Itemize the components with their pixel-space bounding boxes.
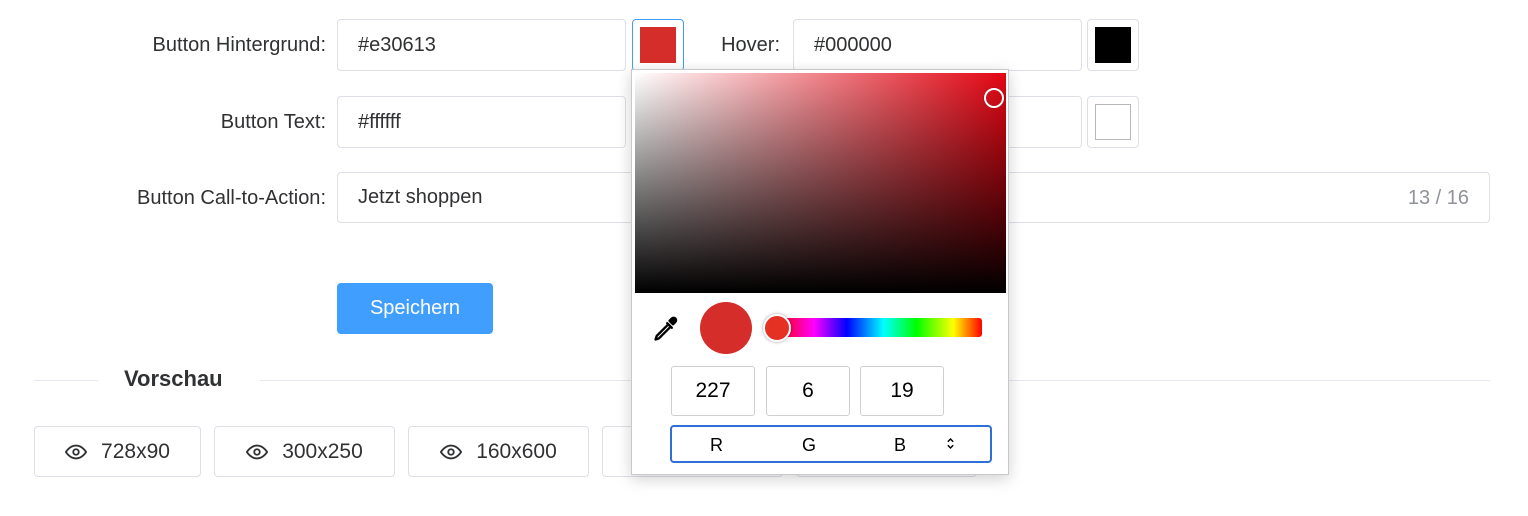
text-color-label-text: Button Text: [220, 111, 321, 133]
hover-color-value: #000000: [814, 33, 892, 56]
blue-channel-input[interactable]: 19: [860, 366, 944, 416]
eye-icon: [246, 444, 269, 459]
colon: :: [320, 111, 326, 133]
bg-color-swatch-button[interactable]: [632, 19, 684, 71]
hover-label: Hover:: [700, 34, 780, 57]
hue-slider[interactable]: [777, 318, 982, 337]
text-color-input[interactable]: #ffffff: [337, 96, 626, 148]
red-channel-input[interactable]: 227: [671, 366, 755, 416]
bg-color-swatch: [640, 27, 676, 63]
cta-value: Jetzt shoppen: [358, 186, 483, 208]
hover-color-input[interactable]: #000000: [793, 19, 1082, 71]
mode-label-b: B: [894, 435, 907, 455]
eyedropper-icon[interactable]: [652, 315, 680, 343]
save-button[interactable]: Speichern: [337, 283, 493, 334]
cta-label: Button Call-to-Action:: [40, 187, 326, 210]
text-color-value: #ffffff: [358, 110, 401, 133]
mode-label-r: R: [710, 435, 723, 455]
preview-button-label: 728x90: [101, 439, 170, 463]
colon: :: [320, 34, 326, 56]
saturation-area[interactable]: [635, 73, 1006, 293]
eye-icon: [65, 444, 88, 459]
saturation-handle[interactable]: [984, 88, 1004, 108]
preview-button-label: 160x600: [476, 439, 557, 463]
hue-slider-handle[interactable]: [763, 314, 791, 342]
colon: :: [320, 187, 326, 209]
color-picker-popup: 227 6 19 R G B: [631, 69, 1009, 475]
text-hover-color-swatch-button[interactable]: [1087, 96, 1139, 148]
select-arrows-icon: [947, 437, 954, 450]
preview-title: Vorschau: [124, 366, 223, 391]
text-hover-color-swatch: [1095, 104, 1131, 140]
bg-color-value: #e30613: [358, 33, 436, 56]
cta-label-text: Button Call-to-Action: [137, 187, 321, 209]
bg-color-label: Button Hintergrund:: [60, 34, 326, 57]
preview-button-label: 300x250: [282, 439, 363, 463]
eye-icon: [440, 444, 463, 459]
hover-label-text: Hover: [721, 34, 775, 56]
preview-button-728x90[interactable]: 728x90: [34, 426, 201, 477]
divider-left: [34, 380, 98, 381]
green-channel-input[interactable]: 6: [766, 366, 850, 416]
preview-button-160x600[interactable]: 160x600: [408, 426, 589, 477]
mode-label-g: G: [802, 435, 817, 455]
preview-button-300x250[interactable]: 300x250: [214, 426, 395, 477]
bg-color-label-text: Button Hintergrund: [152, 34, 321, 56]
hover-color-swatch: [1095, 27, 1131, 63]
hover-color-swatch-button[interactable]: [1087, 19, 1139, 71]
colon: :: [774, 34, 780, 56]
cta-char-counter: 13 / 16: [1407, 186, 1469, 209]
color-preview-circle: [700, 302, 752, 354]
bg-color-input[interactable]: #e30613: [337, 19, 626, 71]
color-mode-select[interactable]: R G B: [670, 425, 992, 463]
text-color-label: Button Text:: [60, 111, 326, 134]
